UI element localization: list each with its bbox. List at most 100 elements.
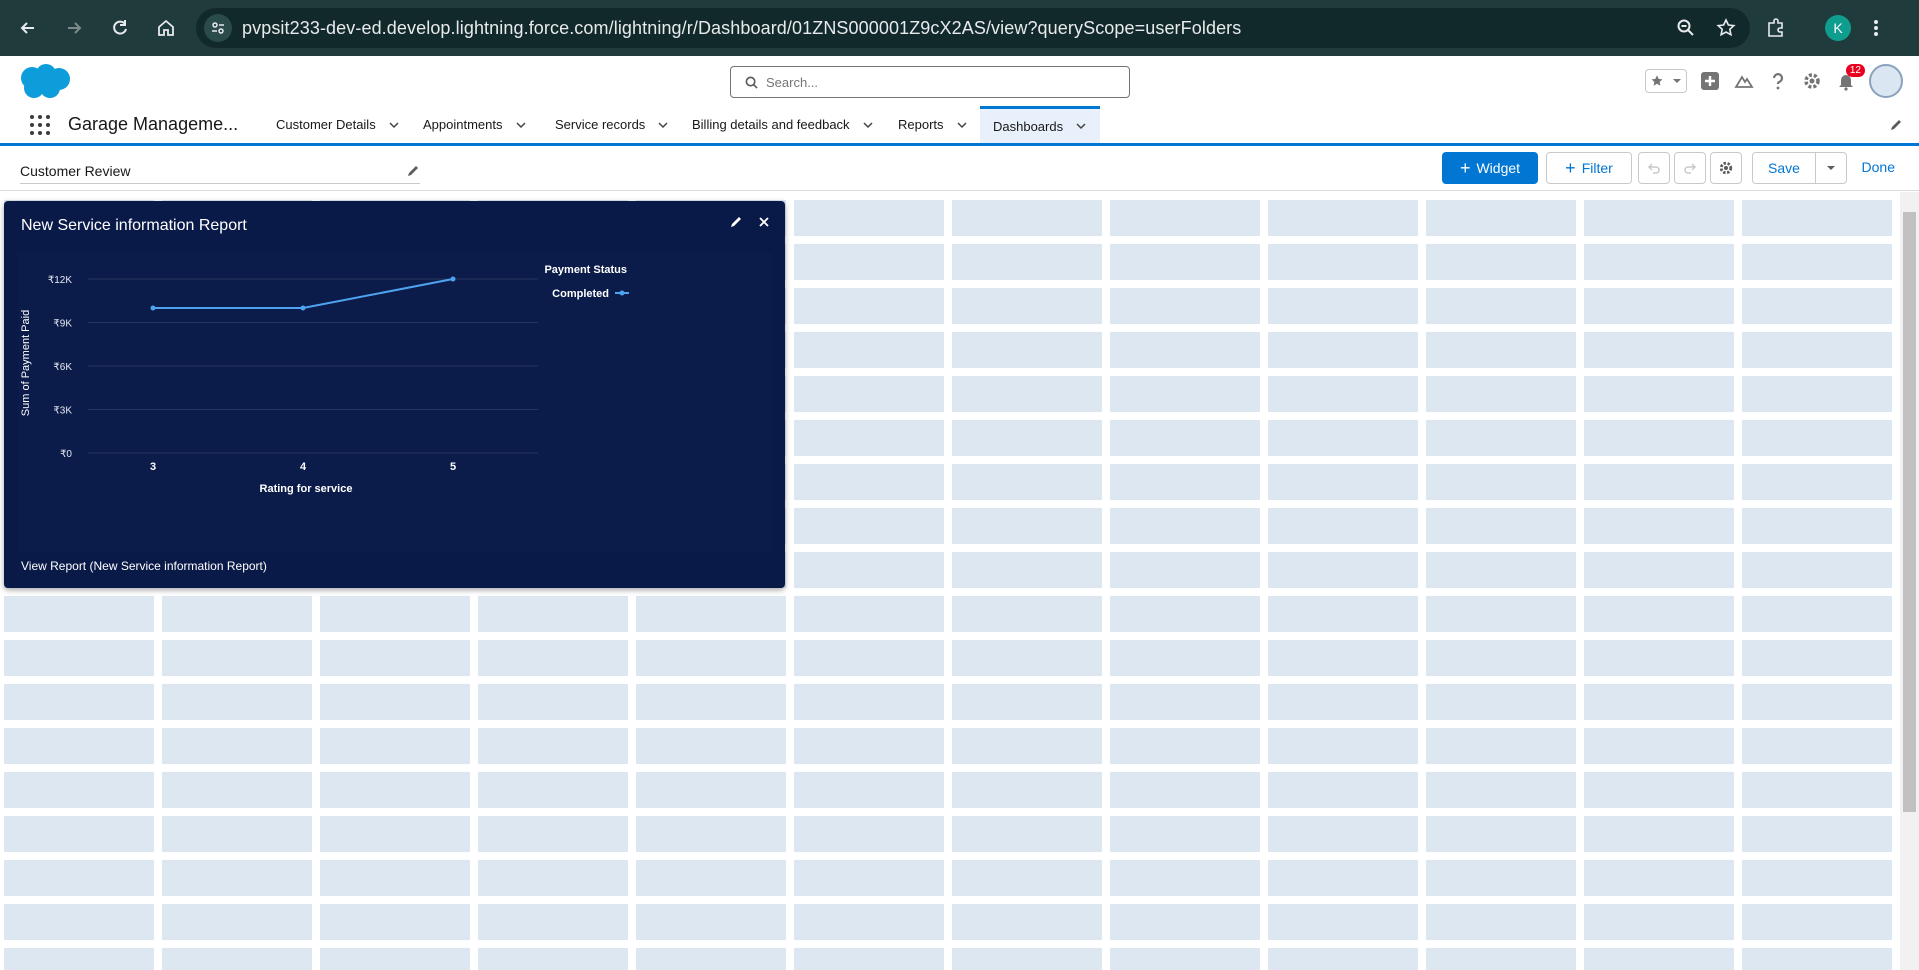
back-arrow-icon <box>20 22 34 34</box>
widget-actions <box>729 215 771 229</box>
app-launcher-icon[interactable] <box>30 115 50 135</box>
grid-cell <box>478 684 628 720</box>
grid-cell <box>478 948 628 970</box>
trailhead-icon[interactable] <box>1733 70 1755 92</box>
tab-service-records[interactable]: Service records <box>547 106 677 143</box>
reload-button[interactable] <box>102 10 138 46</box>
tab-billing-details-and-feedback[interactable]: Billing details and feedback <box>684 106 882 143</box>
grid-cell <box>1268 860 1418 896</box>
global-actions-icon[interactable] <box>1699 70 1721 92</box>
grid-cell <box>1426 508 1576 544</box>
save-menu-button[interactable] <box>1815 152 1847 184</box>
favorites-dropdown-icon[interactable] <box>1672 76 1682 86</box>
extensions-icon[interactable] <box>1765 17 1787 39</box>
grid-cell <box>794 772 944 808</box>
grid-cell <box>1426 860 1576 896</box>
pencil-icon[interactable] <box>406 164 420 178</box>
grid-cell <box>1426 288 1576 324</box>
close-icon[interactable] <box>757 215 771 229</box>
grid-cell <box>1110 508 1260 544</box>
grid-cell <box>1584 376 1734 412</box>
redo-button[interactable] <box>1674 152 1706 184</box>
chart-widget[interactable]: New Service information Report ₹0 ₹3K ₹6K ₹… <box>4 201 785 588</box>
grid-cell <box>1426 772 1576 808</box>
undo-button[interactable] <box>1638 152 1670 184</box>
tab-label: Dashboards <box>993 118 1064 134</box>
grid-cell <box>1268 464 1418 500</box>
edit-widget-pencil-icon[interactable] <box>729 215 743 229</box>
legend-entry: Completed <box>552 288 609 300</box>
salesforce-logo-icon[interactable] <box>14 62 74 102</box>
help-icon[interactable] <box>1767 70 1789 92</box>
add-widget-button[interactable]: + Widget <box>1442 152 1538 184</box>
grid-cell <box>1268 508 1418 544</box>
grid-cell <box>320 904 470 940</box>
grid-cell <box>1426 728 1576 764</box>
tab-reports[interactable]: Reports <box>890 106 976 143</box>
grid-cell <box>952 288 1102 324</box>
chevron-down-icon[interactable] <box>515 119 527 131</box>
grid-cell <box>1584 948 1734 970</box>
grid-cell <box>162 640 312 676</box>
grid-cell <box>1584 200 1734 236</box>
bookmark-star-icon[interactable] <box>1716 18 1736 38</box>
tab-appointments[interactable]: Appointments <box>415 106 535 143</box>
grid-cell <box>1426 332 1576 368</box>
grid-cell <box>1110 332 1260 368</box>
canvas-scrollbar[interactable] <box>1900 192 1919 970</box>
site-info-icon[interactable] <box>204 14 232 42</box>
grid-cell <box>636 948 786 970</box>
chevron-down-icon[interactable] <box>388 119 400 131</box>
grid-cell <box>4 640 154 676</box>
favorites-star-icon[interactable] <box>1650 74 1664 88</box>
properties-button[interactable] <box>1710 152 1742 184</box>
filter-button-label: Filter <box>1581 160 1613 176</box>
search-input[interactable] <box>766 74 1106 90</box>
grid-cell <box>1110 728 1260 764</box>
add-filter-button[interactable]: + Filter <box>1546 152 1632 184</box>
grid-cell <box>1584 508 1734 544</box>
profile-avatar[interactable]: K <box>1825 15 1851 41</box>
chevron-down-icon[interactable] <box>862 119 874 131</box>
tab-dashboards[interactable]: Dashboards <box>980 106 1100 143</box>
grid-cell <box>794 420 944 456</box>
grid-cell <box>1268 332 1418 368</box>
chevron-down-icon[interactable] <box>1075 120 1087 132</box>
done-link[interactable]: Done <box>1862 159 1895 175</box>
grid-cell <box>320 596 470 632</box>
chevron-down-icon[interactable] <box>956 119 968 131</box>
grid-cell <box>794 244 944 280</box>
plus-icon: + <box>1565 158 1576 178</box>
view-report-link[interactable]: View Report (New Service information Rep… <box>21 559 267 573</box>
y-tick-label: ₹12K <box>48 275 72 286</box>
global-search[interactable] <box>730 66 1130 98</box>
zoom-icon[interactable] <box>1676 18 1696 38</box>
tab-customer-details[interactable]: Customer Details <box>268 106 408 143</box>
grid-cell <box>952 464 1102 500</box>
grid-cell <box>162 596 312 632</box>
grid-cell <box>320 684 470 720</box>
home-icon <box>158 19 174 36</box>
setup-gear-icon[interactable] <box>1801 70 1823 92</box>
back-button[interactable] <box>10 10 46 46</box>
scrollbar-thumb[interactable] <box>1903 212 1916 812</box>
grid-cell <box>4 684 154 720</box>
grid-cell <box>794 948 944 970</box>
menu-dots-icon[interactable] <box>1873 18 1879 38</box>
global-header: 12 <box>0 56 1919 106</box>
favorites-group[interactable] <box>1645 69 1687 93</box>
grid-cell <box>1268 728 1418 764</box>
notifications-bell-icon[interactable]: 12 <box>1835 64 1865 92</box>
forward-button[interactable] <box>56 10 92 46</box>
home-button[interactable] <box>148 10 184 46</box>
edit-nav-pencil-icon[interactable] <box>1889 118 1903 132</box>
dashboard-name-field[interactable]: Customer Review <box>20 158 420 184</box>
x-tick-label: 5 <box>450 461 456 473</box>
data-point <box>300 305 306 311</box>
chevron-down-icon <box>1827 166 1835 170</box>
chevron-down-icon[interactable] <box>657 119 669 131</box>
user-avatar[interactable] <box>1869 64 1903 98</box>
address-bar[interactable]: pvpsit233-dev-ed.develop.lightning.force… <box>196 8 1750 48</box>
save-button[interactable]: Save <box>1752 152 1816 184</box>
grid-cell <box>1426 464 1576 500</box>
